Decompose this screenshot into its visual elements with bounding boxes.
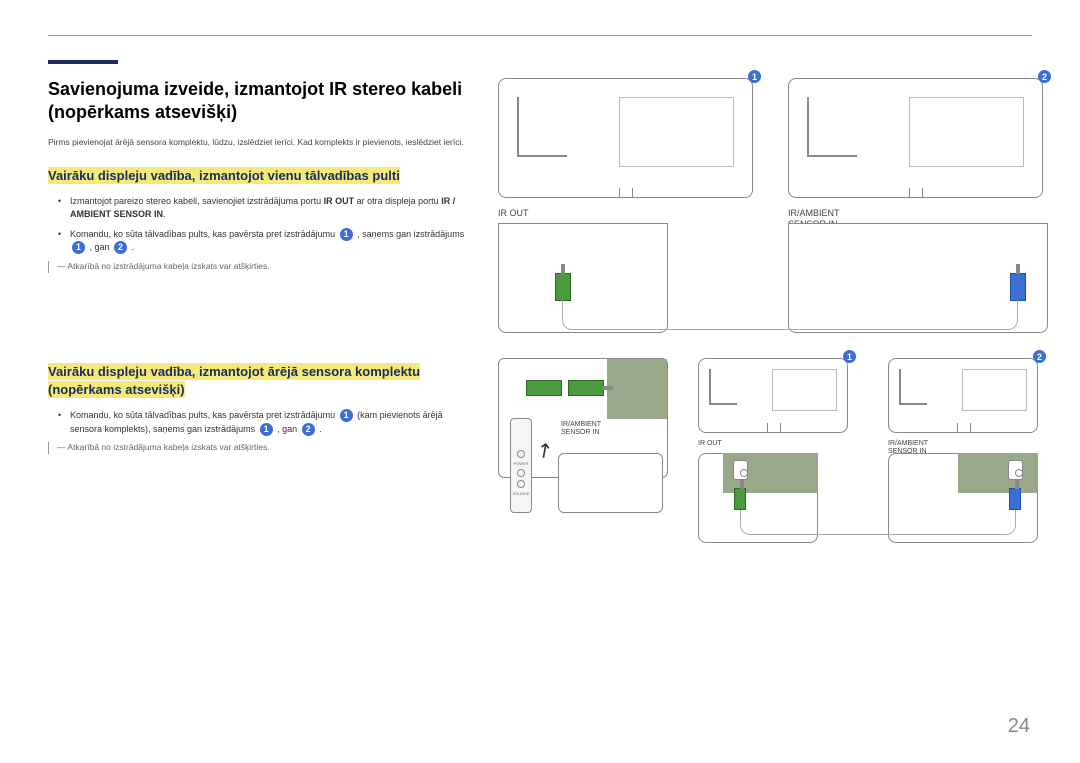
badge-1-icon: 1 [340,409,353,422]
badge-2-icon: 2 [1038,70,1051,83]
badge-2-icon: 2 [302,423,315,436]
section2-note: ― Atkarībā no izstrādājuma kabeļa izskat… [48,442,468,454]
main-title: Savienojuma izveide, izmantojot IR stere… [48,78,468,125]
green-plug-small-icon [734,488,746,510]
display-1-bracket [517,97,567,157]
section1-bullet1: Izmantojot pareizo stereo kabeli, savien… [70,195,468,222]
section2-heading: Vairāku displeju vadība, izmantojot ārēj… [48,363,468,399]
display-2-guide [909,97,1024,167]
section2-list: Komandu, ko sūta tālvadības pults, kas p… [48,409,468,436]
ir-out-label: IR OUT [498,208,529,219]
small-port-1 [733,460,748,480]
accent-bar [48,60,118,64]
top-rule [48,35,1032,36]
small-display-1 [698,358,848,433]
badge-2-icon: 2 [1033,350,1046,363]
section1-list: Izmantojot pareizo stereo kabeli, savien… [48,195,468,255]
green-plug-side2-icon [526,380,562,396]
display-2-bracket [807,97,857,157]
badge-1-icon: 1 [340,228,353,241]
intro-text: Pirms pievienojat ārējā sensora komplekt… [48,137,468,149]
small-port-2 [1008,460,1023,480]
diagram-top: 1 2 IR OUT IR/AMBIENTSENSOR IN [498,78,1032,338]
green-plug-side-icon [568,380,604,396]
sensor-kit-panel [607,359,667,419]
display-2-stand [909,188,923,198]
blue-plug-small-icon [1009,488,1021,510]
right-column: 1 2 IR OUT IR/AMBIENTSENSOR IN [498,78,1032,578]
badge-2-icon: 2 [114,241,127,254]
display-1-outline [498,78,753,198]
badge-1-icon: 1 [748,70,761,83]
green-plug-icon [555,273,571,301]
page-number: 24 [1008,715,1030,738]
small-panel-2 [958,453,1038,493]
section1-bullet2: Komandu, ko sūta tālvadības pults, kas p… [70,228,468,255]
left-column: Savienojuma izveide, izmantojot IR stere… [48,78,468,578]
badge-1-icon: 1 [843,350,856,363]
diagram-bottom: IR/AMBIENTSENSOR IN POWER SOURCE ↗ [498,358,1032,578]
section1-note: ― Atkarībā no izstrādājuma kabeļa izskat… [48,261,468,273]
sensor-in-label-sm: IR/AMBIENTSENSOR IN [561,421,601,438]
stereo-cable [562,300,1018,330]
blue-plug-icon [1010,273,1026,301]
section1-heading: Vairāku displeju vadība, izmantojot vien… [48,167,468,185]
badge-1-icon: 1 [72,241,85,254]
ir-out-label-sm: IR OUT [698,440,722,448]
display-1-guide [619,97,734,167]
display-2-outline [788,78,1043,198]
stereo-cable-2 [740,510,1016,535]
small-display-2 [888,358,1038,433]
section2-bullet1: Komandu, ko sūta tālvadības pults, kas p… [70,409,468,436]
badge-1-icon: 1 [260,423,273,436]
remote-control-icon: POWER SOURCE [510,418,532,513]
display-1-stand [619,188,633,198]
mini-display-1 [558,453,663,513]
